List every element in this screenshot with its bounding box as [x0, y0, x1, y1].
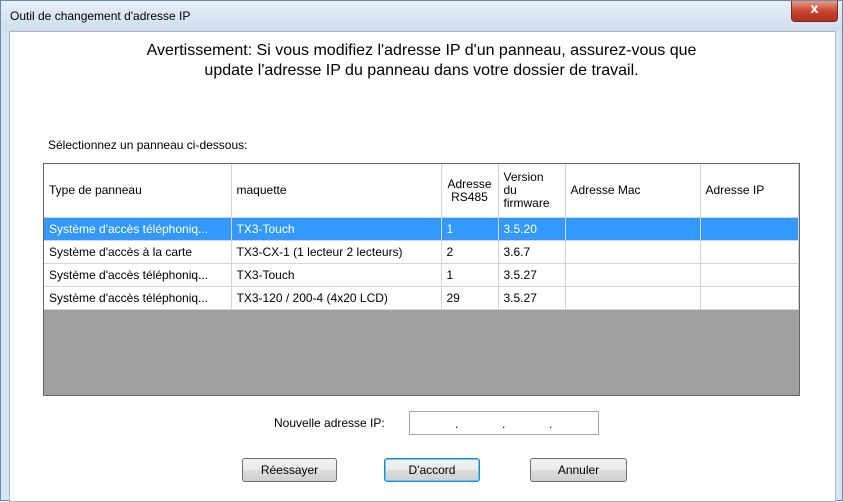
title-bar[interactable]: Outil de changement d'adresse IP x [1, 1, 842, 31]
warning-message: Avertissement: Si vous modifiez l'adress… [1, 41, 842, 81]
col-header-rs485[interactable]: Adresse RS485 [441, 164, 499, 218]
col-header-model[interactable]: maquette [231, 164, 442, 218]
cell-ip [700, 217, 799, 241]
col-header-mac[interactable]: Adresse Mac [565, 164, 701, 218]
panel-grid[interactable]: Type de panneau maquette Adresse RS485 V… [43, 163, 800, 396]
ip-separator: . [455, 417, 459, 431]
col-header-firmware[interactable]: Version du firmware [498, 164, 566, 218]
cell-firmware: 3.5.27 [498, 286, 566, 310]
panel-table: Type de panneau maquette Adresse RS485 V… [44, 164, 799, 310]
cell-type: Système d'accès téléphoniq... [44, 217, 232, 241]
retry-button[interactable]: Réessayer [242, 458, 337, 482]
cell-firmware: 3.5.27 [498, 263, 566, 287]
col-header-rs485-line1: Adresse [447, 176, 492, 191]
select-panel-label: Sélectionnez un panneau ci-dessous: [48, 138, 248, 152]
cell-rs485: 2 [441, 240, 499, 264]
cell-firmware: 3.5.20 [498, 217, 566, 241]
cell-type: Système d'accès téléphoniq... [44, 263, 232, 287]
cell-model: TX3-CX-1 (1 lecteur 2 lecteurs) [231, 240, 442, 264]
ip-address-input[interactable]: . . . [409, 411, 599, 435]
cell-rs485: 29 [441, 286, 499, 310]
cell-ip [700, 263, 799, 287]
cell-rs485: 1 [441, 217, 499, 241]
window-title: Outil de changement d'adresse IP [10, 9, 191, 23]
table-row[interactable]: Système d'accès téléphoniq... TX3-Touch … [44, 217, 799, 241]
col-header-type[interactable]: Type de panneau [44, 164, 232, 218]
table-row[interactable]: Système d'accès téléphoniq... TX3-Touch … [44, 263, 799, 287]
cell-ip [700, 240, 799, 264]
table-row[interactable]: Système d'accès à la carte TX3-CX-1 (1 l… [44, 240, 799, 264]
ip-separator: . [502, 417, 506, 431]
cell-model: TX3-Touch [231, 263, 442, 287]
header-row: Type de panneau maquette Adresse RS485 V… [44, 164, 799, 218]
warning-line-2: update l'adresse IP du panneau dans votr… [204, 62, 639, 79]
ok-button[interactable]: D'accord [384, 458, 480, 482]
ip-separator: . [549, 417, 553, 431]
close-button[interactable]: x [791, 1, 838, 22]
cell-mac [565, 240, 701, 264]
cancel-button[interactable]: Annuler [530, 458, 627, 482]
close-icon: x [810, 2, 819, 17]
new-ip-label: Nouvelle adresse IP: [274, 416, 385, 430]
dialog-window: Outil de changement d'adresse IP x Avert… [0, 0, 843, 502]
cell-model: TX3-Touch [231, 217, 442, 241]
col-header-firmware-line3: firmware [503, 196, 550, 210]
cell-model: TX3-120 / 200-4 (4x20 LCD) [231, 286, 442, 310]
col-header-rs485-line2: RS485 [451, 189, 488, 204]
cell-rs485: 1 [441, 263, 499, 287]
col-header-ip[interactable]: Adresse IP [700, 164, 799, 218]
cell-mac [565, 263, 701, 287]
warning-line-1: Avertissement: Si vous modifiez l'adress… [146, 42, 697, 59]
cell-type: Système d'accès téléphoniq... [44, 286, 232, 310]
cell-mac [565, 217, 701, 241]
cell-ip [700, 286, 799, 310]
table-row[interactable]: Système d'accès téléphoniq... TX3-120 / … [44, 286, 799, 310]
cell-mac [565, 286, 701, 310]
cell-type: Système d'accès à la carte [44, 240, 232, 264]
cell-firmware: 3.6.7 [498, 240, 566, 264]
